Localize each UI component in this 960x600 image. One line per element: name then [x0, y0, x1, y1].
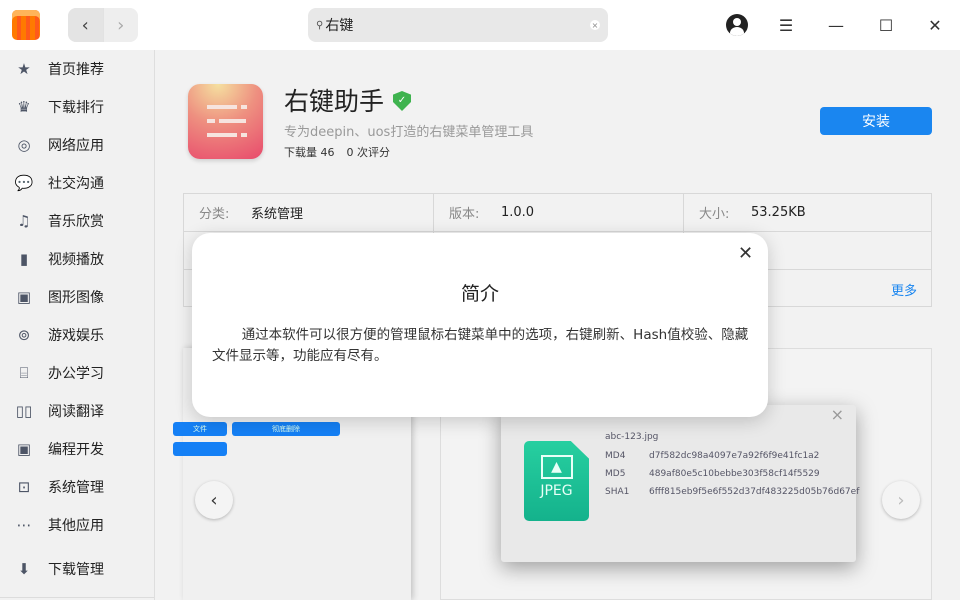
sidebar-divider [0, 597, 154, 598]
sidebar-item-label: 下载排行 [48, 100, 104, 116]
version-label: 版本: [449, 207, 480, 222]
user-avatar[interactable] [726, 14, 748, 36]
sidebar-item-label: 其他应用 [48, 518, 104, 534]
hash-row: SHA1 6fff815eb9f5e6f552d37df483225d05b76d… [605, 487, 859, 497]
terminal-icon: ▣ [16, 440, 32, 458]
rating-count: 0 次评分 [346, 146, 391, 159]
description-dialog: ✕ 简介 通过本软件可以很方便的管理鼠标右键菜单中的选项，右键刷新、Hash值校… [192, 233, 768, 417]
clear-search-icon[interactable]: × [590, 20, 600, 30]
film-icon: ▮ [19, 250, 29, 268]
minimize-button[interactable]: — [824, 13, 848, 37]
image-icon: ▣ [16, 288, 32, 306]
presentation-icon: ⌸ [19, 364, 29, 382]
sidebar-item[interactable]: ★ 首页推荐 [0, 50, 154, 88]
screenshot-button [173, 442, 227, 456]
sidebar-item[interactable]: ◎ 网络应用 [0, 126, 154, 164]
sidebar-item-label: 游戏娱乐 [48, 328, 104, 344]
verified-shield-icon: ✓ [393, 91, 411, 111]
hash-row: MD4 d7f582dc98a4097e7a92f6f9e41fc1a2 [605, 451, 819, 461]
category-value: 系统管理 [251, 207, 304, 222]
search-icon: ⚲ [316, 19, 324, 31]
sidebar-item[interactable]: ⌸ 办公学习 [0, 354, 154, 392]
sidebar-item-label: 编程开发 [48, 442, 104, 458]
dialog-body: 通过本软件可以很方便的管理鼠标右键菜单中的选项，右键刷新、Hash值校验、隐藏文… [212, 327, 749, 364]
download-count: 下载量 46 [284, 146, 335, 159]
star-icon: ★ [17, 60, 31, 78]
sidebar-item-label: 下载管理 [48, 562, 104, 578]
gamepad-icon: ⊚ [17, 326, 31, 344]
sidebar-item-label: 社交沟通 [48, 176, 104, 192]
screenshot-button: 彻底删除 [232, 422, 340, 436]
sidebar-item-label: 图形图像 [48, 290, 104, 306]
download-icon: ⬇ [17, 560, 31, 578]
version-value: 1.0.0 [501, 205, 535, 220]
jpeg-label: JPEG [540, 483, 573, 499]
sidebar-item[interactable]: ▯▯ 阅读翻译 [0, 392, 154, 430]
hash-row: MD5 489af80e5c10bebbe303f58cf14f5529 [605, 469, 820, 479]
sidebar-item-label: 视频播放 [48, 252, 104, 268]
search-value: 右键 [325, 18, 354, 34]
sidebar-item-download-manager[interactable]: ⬇ 下载管理 [0, 550, 154, 588]
sidebar: ★ 首页推荐 ♛ 下载排行 ◎ 网络应用 💬 社交沟通 ♫ 音乐欣赏 ▮ 视频播放 ▣ 图形图像 ⊚ 游戏娱乐… [0, 50, 155, 600]
close-icon: × [830, 405, 844, 424]
sidebar-item-label: 网络应用 [48, 138, 104, 154]
sidebar-item-label: 音乐欣赏 [48, 214, 104, 230]
close-button[interactable]: ✕ [923, 13, 947, 37]
install-button[interactable]: 安装 [820, 107, 932, 135]
sidebar-item[interactable]: ⋯ 其他应用 [0, 506, 154, 544]
sidebar-item-label: 阅读翻译 [48, 404, 104, 420]
app-tagline: 专为deepin、uos打造的右键菜单管理工具 [284, 125, 534, 140]
hash-key: MD5 [605, 469, 626, 479]
sidebar-item[interactable]: ♫ 音乐欣赏 [0, 202, 154, 240]
more-link[interactable]: 更多 [891, 280, 917, 299]
app-name: 右键助手 [284, 87, 385, 116]
hash-value: 6fff815eb9f5e6f552d37df483225d05b76d67ef [649, 487, 860, 497]
maximize-button[interactable]: ☐ [874, 13, 898, 37]
back-button[interactable]: ‹ [68, 8, 103, 42]
version-cell: 版本: 1.0.0 [434, 194, 684, 232]
hash-key: MD4 [605, 451, 626, 461]
jpeg-file-icon: ▲ JPEG [524, 441, 589, 521]
app-stats: 下载量 46 0 次评分 [284, 144, 390, 160]
sidebar-item[interactable]: ⊚ 游戏娱乐 [0, 316, 154, 354]
dialog-title: 简介 [460, 283, 499, 305]
sidebar-item-label: 系统管理 [48, 480, 104, 496]
size-value: 53.25KB [751, 205, 806, 220]
hash-value: d7f582dc98a4097e7a92f6f9e41fc1a2 [649, 451, 820, 461]
next-screenshot-button[interactable]: › [882, 481, 920, 519]
app-store-logo [12, 10, 40, 40]
image-icon: ▲ [540, 455, 573, 479]
forward-button[interactable]: › [102, 8, 139, 42]
menu-button[interactable]: ☰ [774, 13, 798, 37]
category-cell: 分类: 系统管理 [184, 194, 434, 232]
sidebar-item-label: 办公学习 [48, 366, 104, 382]
sidebar-item[interactable]: 💬 社交沟通 [0, 164, 154, 202]
size-label: 大小: [699, 207, 730, 222]
search-input[interactable]: ⚲ 右键 × [308, 8, 608, 42]
app-icon [188, 84, 263, 159]
hash-value: 489af80e5c10bebbe303f58cf14f5529 [649, 469, 820, 479]
category-label: 分类: [199, 207, 230, 222]
book-icon: ▯▯ [15, 402, 33, 420]
sidebar-item-label: 首页推荐 [48, 62, 104, 78]
title-bar: ‹ › ⚲ 右键 × ☰ — ☐ ✕ [0, 0, 960, 50]
hash-key: SHA1 [605, 487, 630, 497]
file-name: abc-123.jpg [605, 432, 659, 442]
screenshot-button: 文件 [173, 422, 227, 436]
chat-icon: 💬 [14, 174, 34, 192]
globe-icon: ◎ [17, 136, 31, 154]
size-cell: 大小: 53.25KB [684, 194, 932, 232]
nav-buttons: ‹ › [68, 8, 138, 42]
music-icon: ♫ [17, 212, 31, 230]
sidebar-item[interactable]: ▣ 编程开发 [0, 430, 154, 468]
sidebar-item[interactable]: ▮ 视频播放 [0, 240, 154, 278]
dialog-close-button[interactable]: ✕ [738, 243, 753, 264]
prev-screenshot-button[interactable]: ‹ [195, 481, 233, 519]
sidebar-item[interactable]: ⊡ 系统管理 [0, 468, 154, 506]
sidebar-item[interactable]: ♛ 下载排行 [0, 88, 154, 126]
sidebar-item[interactable]: ▣ 图形图像 [0, 278, 154, 316]
crown-icon: ♛ [17, 98, 31, 116]
system-icon: ⊡ [17, 478, 31, 496]
more-icon: ⋯ [16, 516, 32, 534]
